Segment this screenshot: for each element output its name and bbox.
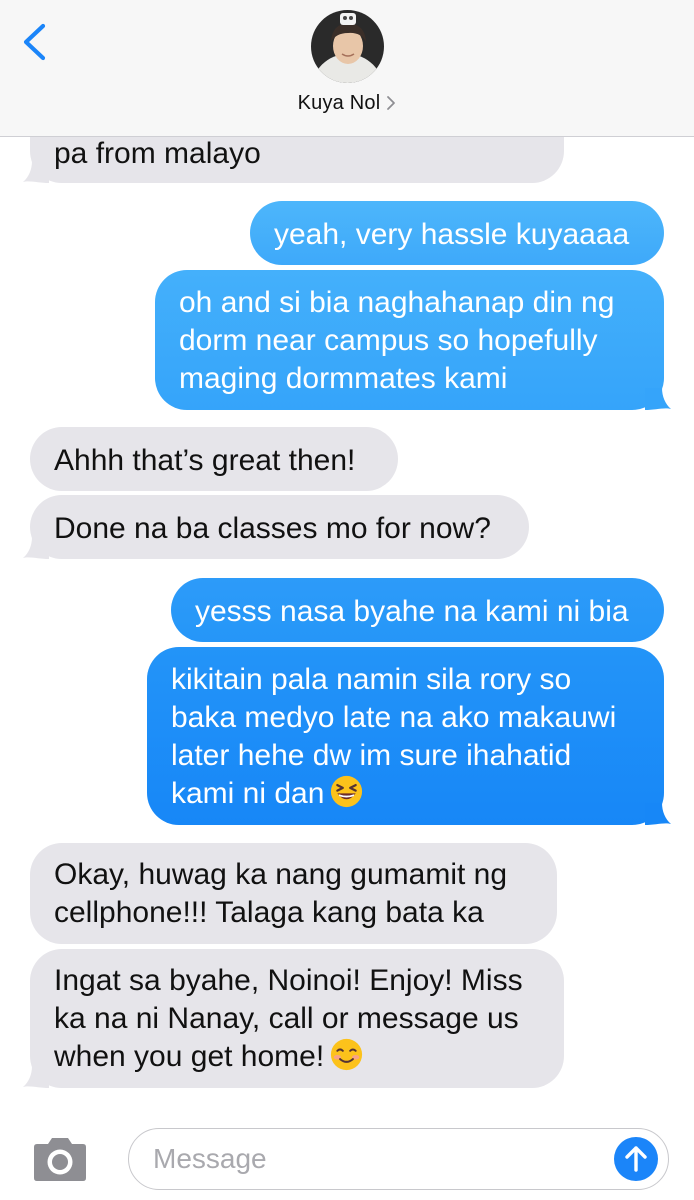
message-line: maging dormmates kami bbox=[179, 362, 508, 395]
bubble-tail bbox=[645, 803, 671, 825]
message-line: kami ni dan bbox=[171, 777, 325, 810]
message-line: yesss nasa byahe na kami ni bia bbox=[195, 595, 629, 628]
message-line: oh and si bia naghahanap din ng bbox=[179, 286, 615, 319]
message-line: yeah, very hassle kuyaaaa bbox=[274, 218, 630, 251]
smiling-face-icon bbox=[331, 1038, 363, 1071]
message-line-with-emoji: when you get home! bbox=[54, 1038, 540, 1076]
camera-button[interactable] bbox=[30, 1135, 90, 1183]
bubble-tail bbox=[23, 537, 49, 559]
message-line: dorm near campus so hopefully bbox=[179, 324, 598, 357]
sent-message-bubble[interactable]: yesss nasa byahe na kami ni bia bbox=[171, 578, 664, 642]
message-line: Okay, huwag ka nang gumamit ng bbox=[54, 858, 508, 891]
conversation-header: Kuya Nol bbox=[0, 0, 694, 137]
send-button[interactable] bbox=[614, 1137, 658, 1181]
bubble-tail bbox=[23, 161, 49, 183]
message-input[interactable] bbox=[153, 1137, 573, 1181]
sent-message-bubble[interactable]: kikitain pala namin sila rory so baka me… bbox=[147, 647, 671, 825]
back-button[interactable] bbox=[16, 18, 56, 66]
camera-icon bbox=[34, 1138, 86, 1181]
message-line: Done na ba classes mo for now? bbox=[54, 512, 491, 545]
contact-photo bbox=[311, 10, 384, 83]
message-line: baka medyo late na ako makauwi bbox=[171, 701, 617, 734]
grinning-squinting-face-icon bbox=[331, 775, 363, 808]
sent-message-bubble[interactable]: oh and si bia naghahanap din ng dorm nea… bbox=[155, 270, 671, 410]
bubble-tail bbox=[645, 388, 671, 410]
received-message-bubble[interactable]: Done na ba classes mo for now? bbox=[23, 495, 529, 559]
message-line: ka na ni Nanay, call or message us bbox=[54, 1002, 519, 1035]
message-thread: pa from malayo yeah, very hassle kuyaaaa… bbox=[0, 0, 694, 1200]
contact-name: Kuya Nol bbox=[297, 92, 381, 114]
chevron-right-icon bbox=[387, 96, 396, 111]
message-line: when you get home! bbox=[54, 1040, 325, 1073]
received-message-bubble[interactable]: Ingat sa byahe, Noinoi! Enjoy! Miss ka n… bbox=[23, 949, 564, 1088]
message-line: pa from malayo bbox=[54, 137, 261, 170]
contact-details-button[interactable]: Kuya Nol bbox=[0, 92, 694, 115]
message-composer bbox=[0, 1110, 694, 1200]
received-message-bubble[interactable]: Okay, huwag ka nang gumamit ng cellphone… bbox=[30, 843, 557, 944]
arrow-up-icon bbox=[625, 1146, 647, 1172]
message-line: Ahhh that’s great then! bbox=[54, 444, 356, 477]
message-field bbox=[128, 1128, 669, 1190]
bubble-tail bbox=[23, 1066, 49, 1088]
received-message-bubble[interactable]: Ahhh that’s great then! bbox=[30, 427, 398, 491]
contact-avatar[interactable] bbox=[311, 10, 384, 83]
sent-message-bubble[interactable]: yeah, very hassle kuyaaaa bbox=[250, 201, 664, 265]
chevron-left-icon bbox=[23, 23, 46, 61]
message-line: kikitain pala namin sila rory so bbox=[171, 663, 572, 696]
message-line-with-emoji: kami ni dan bbox=[171, 775, 640, 813]
message-line: cellphone!!! Talaga kang bata ka bbox=[54, 896, 484, 929]
message-line: Ingat sa byahe, Noinoi! Enjoy! Miss bbox=[54, 964, 523, 997]
message-line: later hehe dw im sure ihahatid bbox=[171, 739, 572, 772]
